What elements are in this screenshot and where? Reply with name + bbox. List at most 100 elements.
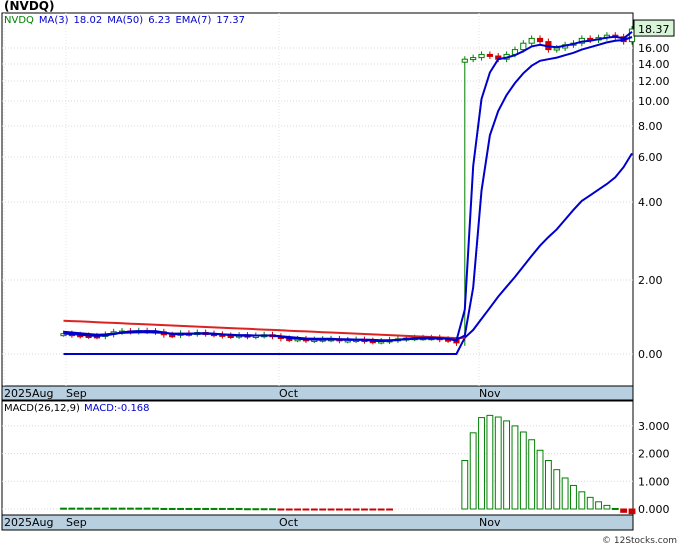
macd-bar-positive [269,508,276,511]
price-y-tick: 12.00 [638,75,670,88]
macd-y-tick: 2.000 [638,448,670,461]
macd-bar-positive [177,507,184,510]
price-y-tick: 10.00 [638,95,670,108]
price-y-tick: 8.00 [638,120,663,133]
macd-bar-positive [126,507,134,510]
macd-bar-positive [235,507,243,510]
macd-x-label: Nov [479,516,501,529]
macd-bar-positive [202,507,210,510]
macd-bar-positive [152,507,159,510]
macd-bar-positive [227,507,235,510]
macd-bar-positive [85,507,93,510]
macd-bar-negative [352,508,360,511]
macd-y-tick: 1.000 [638,475,670,488]
macd-bar-positive [160,507,168,510]
macd-legend: MACD(26,12,9) MACD:-0.168 [4,403,154,414]
price-y-tick: 0.00 [638,348,663,361]
macd-bar-positive [135,507,143,510]
macd-bar-positive [536,449,544,510]
macd-bar-negative [361,508,368,511]
candle-up [461,58,468,63]
stock-chart-widget: 16.00 14.00 12.00 10.00 8.00 6.00 4.00 2.00 0.00… [0,0,680,546]
macd-bar-positive [101,507,109,510]
macd-bar-positive [595,501,602,510]
price-y-tick: 4.00 [638,196,663,209]
macd-bar-positive [244,508,251,511]
last-price-label: 18.37 [638,23,670,36]
macd-bar-positive [168,507,176,510]
macd-bar-positive [93,507,101,510]
macd-bar-positive [60,507,67,510]
macd-x-label: Sep [66,516,87,529]
macd-bar-positive [519,431,527,510]
macd-bar-positive [544,460,552,510]
macd-bar-positive [461,460,469,510]
price-x-label: Nov [479,387,501,400]
legend-ma50-label: MA(50) [107,15,144,26]
macd-bar-negative [310,508,318,511]
macd-bar-positive [528,439,536,510]
macd-bar-positive [511,425,519,510]
macd-bar-positive [570,484,577,510]
macd-date-axis-band [1,514,634,531]
macd-bar-positive [143,507,151,510]
macd-bar-positive [611,507,619,510]
candle-down [486,53,493,57]
price-pane [1,12,634,387]
legend-symbol: NVDQ [4,15,34,26]
macd-bar-positive [578,491,586,510]
legend-ma50-value: 6.23 [148,15,171,26]
price-legend: NVDQ MA(3) 18.02 MA(50) 6.23 EMA(7) 17.37 [4,15,250,26]
macd-bar-positive [110,507,118,510]
legend-ema7-value: 17.37 [216,15,246,26]
candle-down [536,37,544,43]
candle-up [553,47,560,51]
legend-ma3-value: 18.02 [73,15,103,26]
macd-bar-positive [503,420,511,510]
macd-bar-negative [319,508,327,511]
price-date-axis-band [1,385,634,401]
legend-ma3-label: MA(3) [38,15,69,26]
macd-legend-value: MACD:-0.168 [83,403,150,414]
macd-bar-negative [285,508,293,511]
chart-title: (NVDQ) [4,0,55,13]
price-x-label: Oct [279,387,299,400]
macd-bar-negative [369,508,377,511]
macd-bar-positive [486,414,494,510]
legend-ema7-label: EMA(7) [175,15,212,26]
macd-bar-positive [118,507,126,510]
macd-bar-positive [494,416,502,510]
macd-bar-positive [553,469,561,510]
price-y-tick: 2.00 [638,274,663,287]
price-y-tick: 6.00 [638,151,663,164]
macd-bar-positive [603,504,611,510]
macd-y-tick: 3.000 [638,420,670,433]
macd-legend-label: MACD(26,12,9) [4,403,80,414]
macd-y-tick: 0.000 [638,503,670,516]
macd-x-label: Oct [279,516,299,529]
macd-x-label: 2025Aug [4,516,53,529]
macd-bar-negative [335,508,343,511]
macd-bar-negative [620,508,628,513]
macd-bar-negative [628,508,636,515]
price-y-tick: 14.00 [638,58,670,71]
macd-bar-negative [302,508,310,511]
macd-bar-positive [469,432,477,510]
macd-bar-positive [210,507,218,510]
price-x-label: Sep [66,387,87,400]
site-credit: © 12Stocks.com [602,536,677,546]
macd-bar-positive [218,507,226,510]
macd-bar-negative [277,508,285,511]
macd-bar-positive [260,508,268,511]
macd-bar-negative [386,508,393,511]
macd-bar-positive [252,508,260,511]
candle-up [478,53,485,59]
macd-bar-negative [294,508,302,511]
candle-up [470,57,477,61]
macd-bar-negative [327,508,335,511]
macd-bar-positive [185,507,193,510]
macd-bar-positive [193,507,201,510]
price-y-tick: 16.00 [638,42,670,55]
macd-bar-negative [344,508,352,511]
candle-up [528,37,535,44]
